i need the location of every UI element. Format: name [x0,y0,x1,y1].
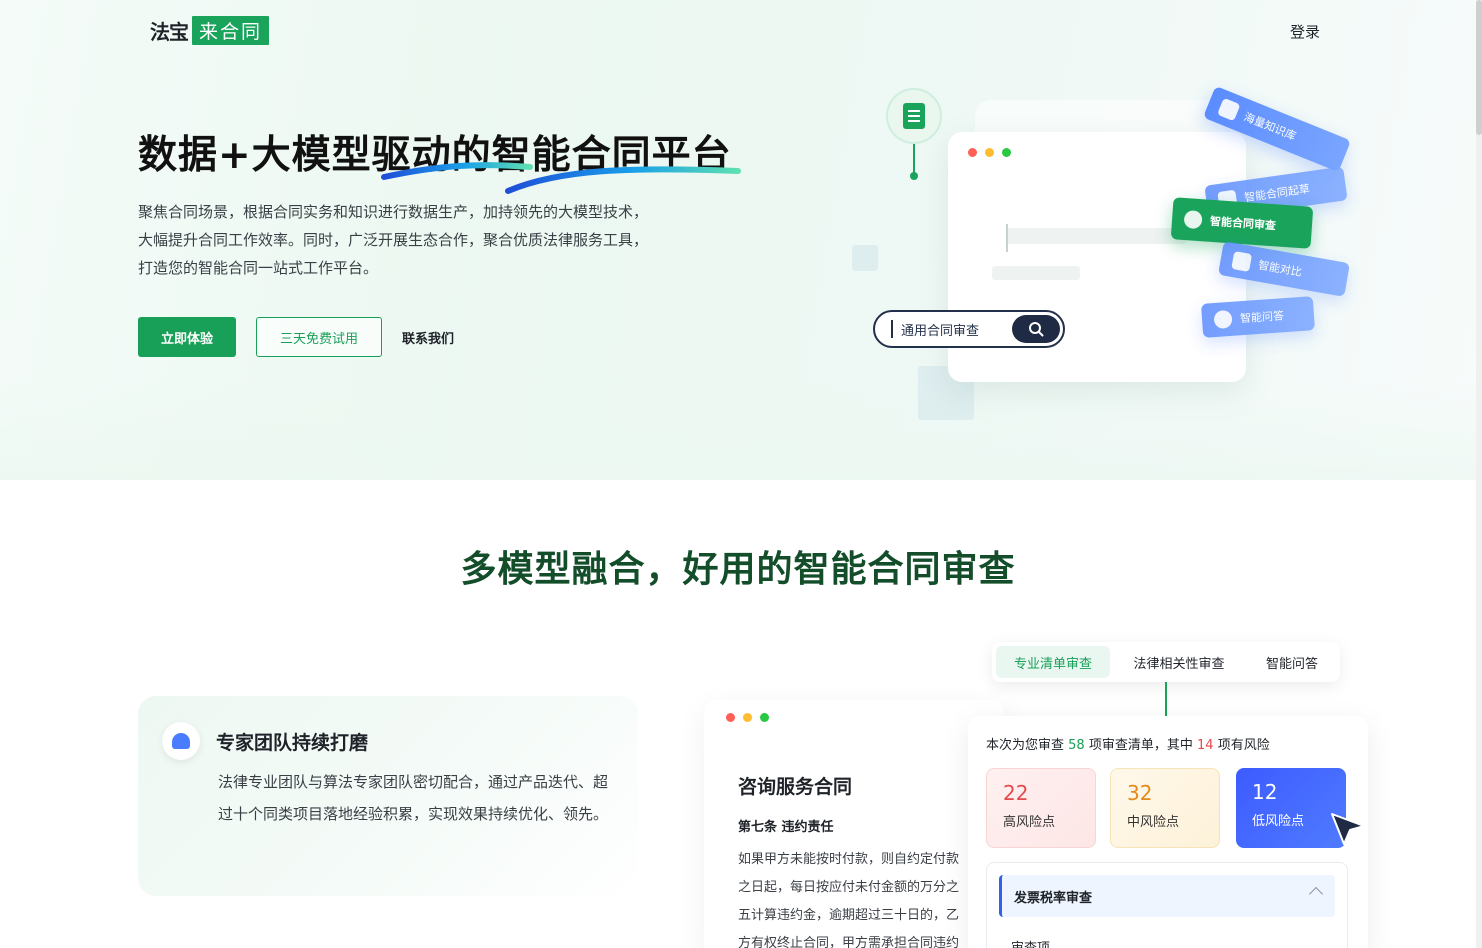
review-tabs: 专业清单审查 法律相关性审查 智能问答 [992,642,1340,682]
mid-risk-label: 中风险点 [1127,815,1180,830]
document-body: 如果甲方未能按时付款，则自约定付款 之日起，每日按应付未付金额的万分之 五计算违… [738,846,978,948]
document-pin-icon [886,88,942,144]
tab-checklist-review[interactable]: 专业清单审查 [996,646,1110,678]
document-line: 方有权终止合同，甲方需承担合同违约 [738,936,960,948]
pin-line [913,144,915,174]
top-header: 法宝 来合同 登录 [0,0,1476,60]
hero-description: 聚焦合同场景，根据合同实务和知识进行数据生产，加持领先的大模型技术，大幅提升合同… [138,203,649,277]
brand-logo[interactable]: 法宝 来合同 [150,16,270,45]
review-section-title: 发票税率审查 [1014,890,1093,906]
tab-legal-relevance-review[interactable]: 法律相关性审查 [1110,646,1248,678]
placeholder-bar [1006,228,1186,244]
document-line: 五计算违约金，逾期超过三十日的，乙 [738,908,960,923]
document-line: 之日起，每日按应付未付金额的万分之 [738,880,960,895]
risk-summary-text: 本次为您审查 58 项审查清单，其中 14 项有风险 [986,738,1270,753]
mid-risk-count: 32 [1127,781,1153,805]
text-cursor-icon [1006,224,1008,252]
login-link[interactable]: 登录 [1290,21,1320,42]
section-title: 多模型融合，好用的智能合同审查 [460,549,1016,590]
document-line: 如果甲方未能按时付款，则自约定付款 [738,852,960,867]
decor-square [852,245,878,271]
expert-card-description: 法律专业团队与算法专家团队密切配合，通过产品迭代、超过十个同类项目落地经验积累，… [218,773,609,823]
high-risk-label: 高风险点 [1003,815,1056,830]
contact-us-link[interactable]: 联系我们 [402,328,454,347]
search-button[interactable] [1012,315,1060,343]
risk-summary-panel: 本次为您审查 58 项审查清单，其中 14 项有风险 22 高风险点 32 中风… [968,716,1368,948]
review-section-header[interactable]: 发票税率审查 [999,875,1335,917]
review-item-label: 审查项 [1011,937,1050,948]
review-icon [1183,209,1203,230]
mid-risk-card[interactable]: 32 中风险点 [1110,768,1220,848]
review-accordion: 发票税率审查 审查项 [986,862,1348,948]
total-items-count: 58 [1068,738,1085,753]
question-icon [1213,309,1233,330]
low-risk-label: 低风险点 [1252,814,1305,829]
chevron-up-icon[interactable] [1308,886,1324,902]
high-risk-card[interactable]: 22 高风险点 [986,768,1096,848]
compare-icon [1231,251,1253,272]
search-pill-text: 通用合同审查 [901,323,980,339]
contract-search-bar[interactable]: 通用合同审查 [873,310,1065,348]
book-icon [1217,97,1241,122]
risk-items-count: 14 [1197,738,1214,753]
document-clause-title: 第七条 违约责任 [738,820,834,835]
expert-team-card: 专家团队持续打磨 法律专业团队与算法专家团队密切配合，通过产品迭代、超过十个同类… [138,696,638,896]
scrollbar-thumb[interactable] [1476,0,1482,135]
window-dots [968,148,1011,157]
expert-card-title: 专家团队持续打磨 [216,732,369,754]
logo-text-fabao: 法宝 [150,20,189,44]
pin-dot [910,172,918,180]
low-risk-count: 12 [1252,780,1278,804]
contract-document-card: 咨询服务合同 第七条 违约责任 如果甲方未能按时付款，则自约定付款 之日起，每日… [704,700,1004,948]
high-risk-count: 22 [1003,781,1029,805]
logo-text-laihetong: 来合同 [192,16,270,45]
window-dots [726,713,769,722]
placeholder-bar [992,266,1080,280]
search-icon [1029,322,1044,337]
team-icon [162,722,200,760]
mouse-pointer-icon [1331,813,1365,845]
document-title: 咨询服务合同 [738,776,853,798]
try-now-button[interactable]: 立即体验 [138,317,236,357]
tab-smart-qa[interactable]: 智能问答 [1248,646,1336,678]
page-scrollbar[interactable] [1476,0,1482,948]
free-trial-button[interactable]: 三天免费试用 [256,317,382,357]
input-caret-icon [891,320,893,338]
title-underline-swoosh [381,162,741,194]
